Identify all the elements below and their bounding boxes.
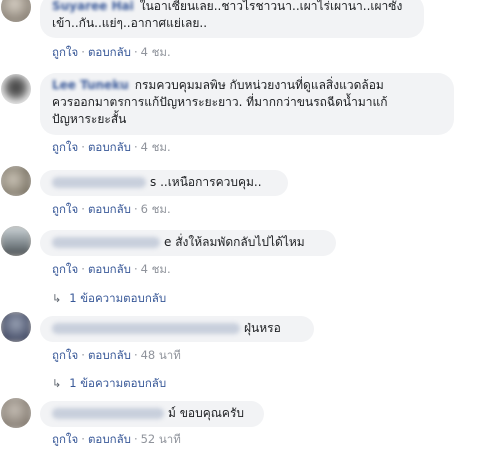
commenter-name[interactable]: Suyaree Hai (52, 0, 134, 15)
avatar[interactable] (1, 398, 31, 428)
avatar[interactable] (1, 0, 31, 22)
comment-bubble: Suyaree Hai ในอาเซี่ยนเลย..ชาวไรชาวนา..เผ… (40, 0, 424, 38)
comment-actions: ถูกใจ · ตอบกลับ · 4 ชม. (52, 262, 171, 276)
comment-text-line: เข้า..กัน..แย่ๆ..อากาศแย่เลย.. (52, 16, 208, 30)
comment-actions: ถูกใจ · ตอบกลับ · 48 นาที (52, 348, 181, 362)
comment-text-line: ฝุ่นหรอ (244, 321, 281, 335)
reply-link[interactable]: ตอบกลับ (88, 262, 131, 276)
redacted-name (52, 237, 160, 248)
reply-link[interactable]: ตอบกลับ (88, 45, 131, 59)
comment-bubble: Lee Tuneku กรมควบคุมมลพิษ กับหน่วยงานที่ด… (40, 73, 454, 135)
comment-text-line: s ..เหนือการควบคุม.. (150, 175, 262, 189)
avatar[interactable] (1, 226, 31, 256)
comment-text-line: กรมควบคุมมลพิษ กับหน่วยงานที่ดูแลสิ่งแวด… (134, 78, 384, 92)
comment-time[interactable]: 4 ชม. (141, 140, 171, 154)
comment-bubble: s ..เหนือการควบคุม.. (40, 170, 288, 196)
reply-link[interactable]: ตอบกลับ (88, 202, 131, 216)
comment-bubble: e สั่งให้ลมพัดกลับไปได้ไหม (40, 230, 336, 256)
reply-link[interactable]: ตอบกลับ (88, 432, 131, 446)
view-replies-label[interactable]: 1 ข้อความตอบกลับ (69, 376, 166, 390)
comment-actions: ถูกใจ · ตอบกลับ · 52 นาที (52, 432, 181, 446)
comment-text-line: ปัญหาระยะสั้น (52, 112, 127, 126)
comment-actions: ถูกใจ · ตอบกลับ · 4 ชม. (52, 45, 171, 59)
avatar[interactable] (1, 166, 31, 196)
reply-link[interactable]: ตอบกลับ (88, 348, 131, 362)
comment-time[interactable]: 48 นาที (141, 348, 181, 362)
comment-time[interactable]: 6 ชม. (141, 202, 171, 216)
comment-text-line: e สั่งให้ลมพัดกลับไปได้ไหม (164, 235, 305, 249)
reply-link[interactable]: ตอบกลับ (88, 140, 131, 154)
like-link[interactable]: ถูกใจ (52, 202, 78, 216)
avatar[interactable] (1, 74, 31, 104)
like-link[interactable]: ถูกใจ (52, 432, 78, 446)
comment-bubble: ฝุ่นหรอ (40, 316, 314, 342)
reply-arrow-icon: ↳ (52, 292, 62, 305)
reply-arrow-icon: ↳ (52, 377, 62, 390)
view-replies-link[interactable]: ↳ 1 ข้อความตอบกลับ (52, 375, 166, 393)
view-replies-label[interactable]: 1 ข้อความตอบกลับ (69, 291, 166, 305)
view-replies-link[interactable]: ↳ 1 ข้อความตอบกลับ (52, 290, 166, 308)
comment-actions: ถูกใจ · ตอบกลับ · 4 ชม. (52, 140, 171, 154)
redacted-name (52, 177, 146, 188)
like-link[interactable]: ถูกใจ (52, 348, 78, 362)
comment-time[interactable]: 4 ชม. (141, 45, 171, 59)
like-link[interactable]: ถูกใจ (52, 45, 78, 59)
comment-text-line: ในอาเซี่ยนเลย..ชาวไรชาวนา..เผาไร่เผานา..… (139, 0, 403, 13)
comment-time[interactable]: 52 นาที (141, 432, 181, 446)
redacted-name (52, 408, 164, 419)
avatar[interactable] (1, 312, 31, 342)
like-link[interactable]: ถูกใจ (52, 140, 78, 154)
redacted-name (52, 323, 240, 334)
commenter-name[interactable]: Lee Tuneku (52, 77, 129, 94)
comment-text-line: ควรออกมาตรการแก้ปัญหาระยะยาว. ที่มากกว่า… (52, 95, 388, 109)
comment-text-line: ม์ ขอบคุณครับ (168, 406, 245, 420)
like-link[interactable]: ถูกใจ (52, 262, 78, 276)
comment-bubble: ม์ ขอบคุณครับ (40, 401, 264, 427)
comment-time[interactable]: 4 ชม. (141, 262, 171, 276)
comment-actions: ถูกใจ · ตอบกลับ · 6 ชม. (52, 202, 171, 216)
